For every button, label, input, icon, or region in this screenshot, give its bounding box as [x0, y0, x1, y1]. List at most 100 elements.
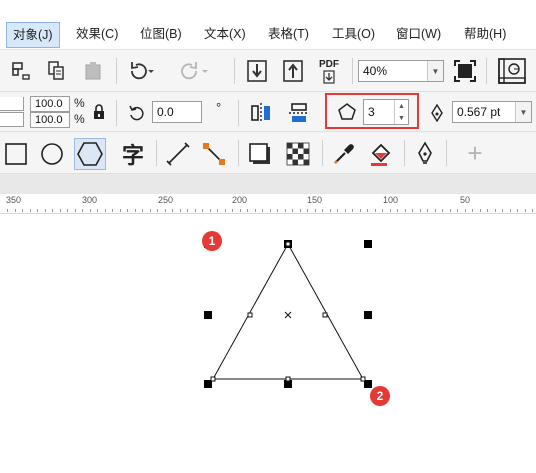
- ruler-tick: [292, 209, 293, 212]
- separator: [404, 140, 405, 166]
- export-icon[interactable]: [280, 58, 306, 84]
- ruler-tick: [337, 209, 338, 212]
- ruler-tick: [14, 209, 16, 212]
- ruler-tick: [37, 209, 38, 212]
- rotation-angle-field[interactable]: 0.0: [152, 101, 202, 123]
- ruler-tick: [352, 209, 353, 212]
- menu-table[interactable]: 表格(T): [268, 22, 309, 46]
- ruler-tick: [82, 209, 83, 212]
- ruler-tick: [194, 209, 196, 212]
- ruler-tick: [149, 209, 151, 212]
- ruler-tick: [202, 209, 203, 212]
- import-icon[interactable]: [244, 58, 270, 84]
- scale-y-value: 100.0: [35, 114, 63, 126]
- chevron-down-icon[interactable]: ▼: [427, 61, 443, 81]
- ruler-tick: [299, 209, 301, 212]
- selection-handle: [204, 311, 212, 319]
- ruler-tick: [67, 209, 68, 212]
- ruler-tick: [427, 209, 428, 212]
- menu-bitmap[interactable]: 位图(B): [140, 22, 182, 46]
- rulers-options-icon[interactable]: [496, 56, 528, 86]
- node-marker: [247, 312, 253, 318]
- scale-x-unit: %: [74, 96, 85, 110]
- center-marker: [284, 311, 292, 319]
- mirror-horizontal-icon[interactable]: [248, 100, 274, 126]
- mirror-vertical-icon[interactable]: [286, 100, 312, 126]
- outline-pen-tool-icon[interactable]: [412, 140, 438, 168]
- ruler-tick: [367, 209, 368, 212]
- ruler-tick: [134, 209, 136, 212]
- separator: [322, 140, 323, 166]
- ungroup-all-icon[interactable]: [80, 58, 106, 84]
- rotation-angle-value: 0.0: [157, 105, 174, 119]
- ruler-tick: [59, 209, 61, 212]
- add-tool-button[interactable]: +: [460, 138, 490, 168]
- ruler-tick: [397, 209, 398, 212]
- ruler-tick: [314, 209, 316, 212]
- group-objects-icon[interactable]: [8, 58, 34, 84]
- separator: [352, 58, 353, 84]
- ruler-tick: [532, 209, 533, 212]
- eyedropper-tool-icon[interactable]: [330, 140, 358, 168]
- ruler-tick: [374, 209, 376, 212]
- drop-shadow-tool-icon[interactable]: [246, 140, 274, 168]
- ruler-tick: [179, 209, 181, 212]
- ruler-tick: [472, 209, 473, 212]
- full-screen-icon[interactable]: [452, 58, 478, 84]
- ruler-tick: [262, 209, 263, 212]
- horizontal-ruler[interactable]: 350 300 250 200 150 100 50: [0, 194, 536, 214]
- node-marker: [322, 312, 328, 318]
- ungroup-objects-icon[interactable]: [44, 58, 70, 84]
- ruler-tick: [457, 209, 458, 212]
- zoom-level-select[interactable]: 40% ▼: [358, 60, 444, 82]
- ruler-label: 150: [307, 195, 323, 205]
- interactive-fill-tool-icon[interactable]: [366, 140, 396, 168]
- ruler-label: 350: [6, 195, 22, 205]
- text-tool-icon[interactable]: 字: [118, 138, 148, 170]
- menu-help[interactable]: 帮助(H): [464, 22, 506, 46]
- canvas-drawing: [204, 240, 372, 388]
- separator: [238, 140, 239, 166]
- chevron-down-icon[interactable]: ▼: [515, 102, 531, 122]
- ruler-tick: [217, 209, 218, 212]
- menu-tools[interactable]: 工具(O): [332, 22, 375, 46]
- size-width-field-partial[interactable]: [0, 97, 24, 111]
- ruler-tick: [112, 209, 113, 212]
- outline-width-select[interactable]: 0.567 pt ▼: [452, 101, 532, 123]
- undo-icon[interactable]: [126, 58, 156, 84]
- connector-tool-icon[interactable]: [200, 140, 228, 168]
- transparency-tool-icon[interactable]: [284, 140, 312, 168]
- ellipse-tool-icon[interactable]: [38, 140, 66, 168]
- ruler-tick: [247, 209, 248, 212]
- ruler-tick: [434, 209, 436, 212]
- redo-icon[interactable]: [180, 58, 210, 84]
- lock-icon[interactable]: [90, 102, 108, 122]
- ruler-tick: [404, 209, 406, 212]
- pen-nib-icon: [428, 102, 446, 124]
- menu-object[interactable]: 对象(J): [6, 22, 60, 48]
- drawing-canvas[interactable]: 1 2: [0, 214, 536, 473]
- ruler-tick: [307, 209, 308, 212]
- pdf-label: PDF: [319, 58, 339, 70]
- rectangle-tool-icon[interactable]: [2, 140, 30, 168]
- separator: [156, 140, 157, 166]
- separator: [116, 58, 117, 84]
- selection-handle: [364, 311, 372, 319]
- dimension-tool-icon[interactable]: [164, 140, 192, 168]
- scale-y-field[interactable]: 100.0: [30, 112, 70, 128]
- scale-x-field[interactable]: 100.0: [30, 96, 70, 112]
- degree-unit: °: [216, 100, 222, 115]
- ruler-tick: [172, 209, 173, 212]
- ruler-tick: [119, 209, 121, 212]
- selection-handle: [364, 240, 372, 248]
- ruler-tick: [517, 209, 518, 212]
- ruler-tick: [97, 209, 98, 212]
- ruler-label: 200: [232, 195, 248, 205]
- polygon-tool-icon[interactable]: [74, 138, 106, 170]
- menu-effects[interactable]: 效果(C): [76, 22, 118, 46]
- menu-window[interactable]: 窗口(W): [396, 22, 441, 46]
- standard-toolbar: PDF 40% ▼: [0, 50, 536, 92]
- publish-pdf-button[interactable]: PDF: [314, 56, 344, 86]
- size-height-field-partial[interactable]: [0, 112, 24, 127]
- menu-text[interactable]: 文本(X): [204, 22, 246, 46]
